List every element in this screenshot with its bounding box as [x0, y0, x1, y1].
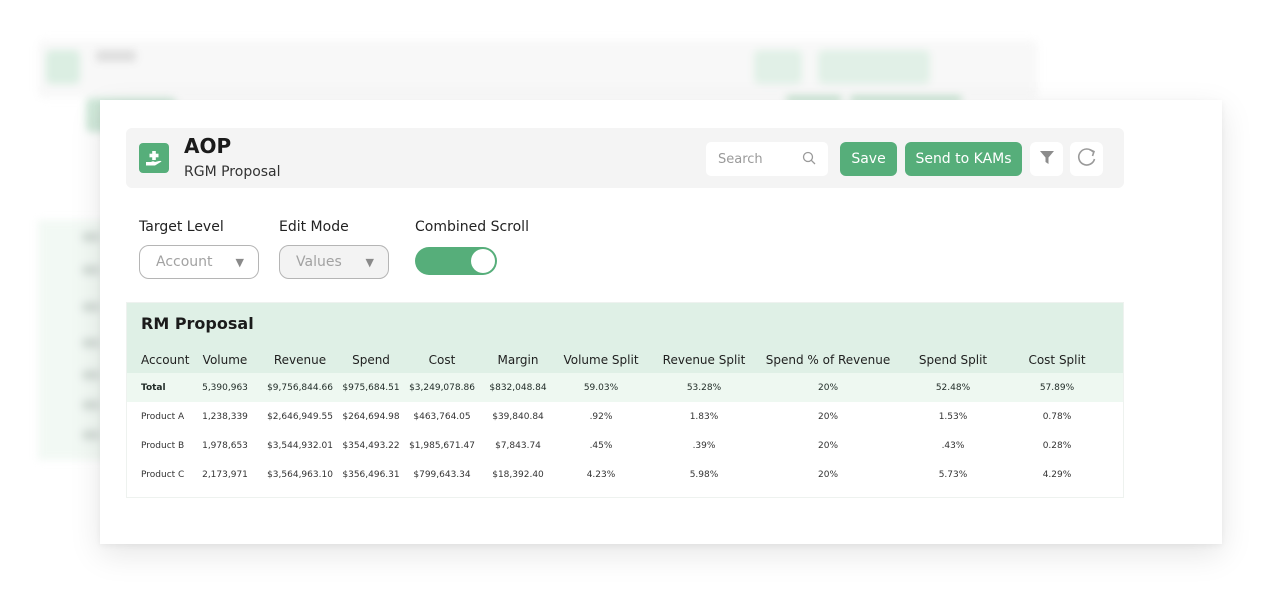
column-header[interactable]: Cost Split [1028, 353, 1085, 367]
rm-proposal-table: RM Proposal Account Volume Revenue Spend Cos… [126, 302, 1124, 498]
table-cell[interactable]: 5.98% [690, 470, 719, 480]
background-logo [46, 50, 80, 84]
search-input[interactable] [718, 151, 798, 167]
table-cell[interactable]: 20% [818, 470, 838, 480]
row-label: Total [141, 382, 166, 393]
table-title: RM Proposal [141, 314, 254, 333]
table-cell[interactable]: .43% [942, 441, 965, 451]
edit-mode-select[interactable]: Values ▼ [279, 245, 389, 279]
table-header-row: Account Volume Revenue Spend Cost Margin Volum… [127, 347, 1123, 373]
search-box[interactable] [706, 142, 828, 176]
row-label: Product C [141, 469, 185, 480]
table-cell[interactable]: 1.53% [939, 412, 968, 422]
edit-mode-label: Edit Mode [279, 219, 349, 235]
table-cell[interactable]: $3,544,932.01 [267, 441, 333, 451]
table-cell[interactable]: $1,985,671.47 [409, 441, 475, 451]
background-line [82, 302, 100, 312]
table-cell[interactable]: $2,646,949.55 [267, 412, 333, 422]
table-cell[interactable]: $3,249,078.86 [409, 383, 475, 393]
column-header[interactable]: Spend % of Revenue [766, 353, 891, 367]
table-cell[interactable]: $799,643.34 [413, 470, 470, 480]
table-row: Product C 2,173,971 $3,564,963.10 $356,496.… [127, 460, 1123, 489]
page-subtitle: RGM Proposal [184, 164, 281, 180]
table-cell[interactable]: 5.73% [939, 470, 968, 480]
table-row: Product B 1,978,653 $3,544,932.01 $354,493.… [127, 431, 1123, 460]
background-line [82, 370, 100, 380]
target-level-value: Account [156, 254, 213, 270]
table-cell[interactable]: $9,756,844.66 [267, 383, 333, 393]
background-line [82, 430, 100, 440]
background-line [82, 265, 100, 275]
table-cell[interactable]: $7,843.74 [495, 441, 541, 451]
combined-scroll-toggle[interactable] [415, 247, 497, 275]
table-row: Product A 1,238,339 $2,646,949.55 $264,694.… [127, 402, 1123, 431]
total-row: Total 5,390,963 $9,756,844.66 $975,684.51 $3… [127, 373, 1123, 402]
table-cell[interactable]: $3,564,963.10 [267, 470, 333, 480]
column-header[interactable]: Spend [352, 353, 390, 367]
table-cell[interactable]: $18,392.40 [492, 470, 544, 480]
table-cell[interactable]: $354,493.22 [342, 441, 399, 451]
target-level-select[interactable]: Account ▼ [139, 245, 259, 279]
table-cell[interactable]: 0.28% [1043, 441, 1072, 451]
table-cell[interactable]: 2,173,971 [202, 470, 248, 480]
background-button [818, 50, 930, 84]
table-cell[interactable]: 20% [818, 383, 838, 393]
table-cell[interactable]: 4.29% [1043, 470, 1072, 480]
page-title: AOP [184, 134, 232, 158]
table-cell[interactable]: 4.23% [587, 470, 616, 480]
background-line [82, 338, 100, 348]
background-line [82, 232, 100, 242]
table-cell[interactable]: 57.89% [1040, 383, 1074, 393]
column-header[interactable]: Revenue Split [663, 353, 746, 367]
table-cell[interactable]: $832,048.84 [489, 383, 546, 393]
table-cell[interactable]: 5,390,963 [202, 383, 248, 393]
background-line [82, 400, 100, 410]
table-cell[interactable]: 59.03% [584, 383, 618, 393]
refresh-button[interactable] [1070, 142, 1103, 176]
save-button[interactable]: Save [840, 142, 897, 176]
table-cell[interactable]: $975,684.51 [342, 383, 399, 393]
row-label: Product A [141, 411, 185, 422]
target-level-label: Target Level [139, 219, 224, 235]
table-cell[interactable]: $463,764.05 [413, 412, 470, 422]
filter-button[interactable] [1030, 142, 1063, 176]
table-cell[interactable]: 20% [818, 441, 838, 451]
search-icon[interactable] [802, 150, 816, 169]
send-to-kams-button[interactable]: Send to KAMs [905, 142, 1022, 176]
table-cell[interactable]: .45% [590, 441, 613, 451]
table-cell[interactable]: 0.78% [1043, 412, 1072, 422]
hand-plus-icon [139, 143, 169, 173]
column-header[interactable]: Volume [203, 353, 248, 367]
toggle-knob [471, 249, 495, 273]
table-cell[interactable]: $264,694.98 [342, 412, 399, 422]
background-header [38, 40, 1038, 98]
background-title [96, 50, 136, 62]
background-button [754, 50, 802, 84]
table-cell[interactable]: 1,238,339 [202, 412, 248, 422]
filter-icon [1039, 149, 1055, 169]
column-header[interactable]: Cost [429, 353, 456, 367]
table-cell[interactable]: 1.83% [690, 412, 719, 422]
combined-scroll-label: Combined Scroll [415, 219, 529, 235]
table-cell[interactable]: 52.48% [936, 383, 970, 393]
column-header[interactable]: Volume Split [563, 353, 638, 367]
refresh-icon [1076, 146, 1098, 172]
edit-mode-value: Values [296, 254, 342, 270]
table-cell[interactable]: 1,978,653 [202, 441, 248, 451]
table-cell[interactable]: $39,840.84 [492, 412, 544, 422]
table-cell[interactable]: 53.28% [687, 383, 721, 393]
table-cell[interactable]: $356,496.31 [342, 470, 399, 480]
column-header[interactable]: Account [141, 353, 189, 367]
caret-down-icon: ▼ [365, 255, 374, 269]
caret-down-icon: ▼ [235, 255, 244, 269]
header-bar: AOP RGM Proposal Save Send to KAMs [126, 128, 1124, 188]
table-cell[interactable]: .92% [590, 412, 613, 422]
column-header[interactable]: Margin [498, 353, 539, 367]
row-label: Product B [141, 440, 185, 451]
column-header[interactable]: Spend Split [919, 353, 987, 367]
table-cell[interactable]: .39% [693, 441, 716, 451]
table-cell[interactable]: 20% [818, 412, 838, 422]
aop-panel: AOP RGM Proposal Save Send to KAMs [100, 100, 1222, 544]
column-header[interactable]: Revenue [274, 353, 326, 367]
